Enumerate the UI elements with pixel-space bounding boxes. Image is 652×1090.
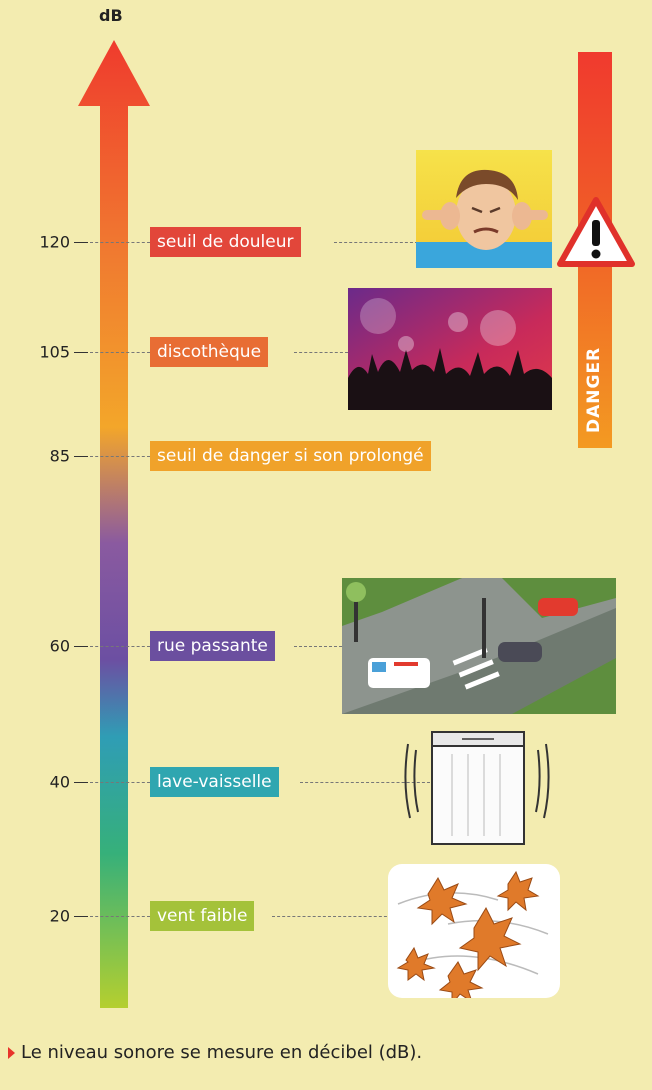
level-label-disco: discothèque (150, 337, 269, 367)
autumn-leaves-image (388, 864, 560, 998)
tick-label: 20 (49, 906, 70, 926)
tick-mark (74, 916, 88, 917)
tick-mark (74, 242, 88, 243)
street-traffic-image (342, 578, 616, 714)
tick-label: 105 (39, 342, 70, 362)
bullet-icon (8, 1047, 15, 1059)
leader-line (90, 352, 150, 353)
tick-mark (74, 782, 88, 783)
caption-text: Le niveau sonore se mesure en décibel (d… (21, 1042, 423, 1063)
decibel-scale-arrow (78, 40, 150, 1008)
unit-label: dB (99, 6, 123, 25)
level-label-danger-threshold: seuil de danger si son prolongé (150, 441, 431, 471)
leader-line (90, 242, 150, 243)
tick-mark (74, 646, 88, 647)
leader-line (90, 782, 150, 783)
sound-level-diagram: dB 120 seuil de douleur 105 discothèque … (0, 0, 652, 1090)
tick-label: 40 (49, 772, 70, 792)
person-covering-ears-image (416, 150, 552, 268)
caption: Le niveau sonore se mesure en décibel (d… (8, 1042, 422, 1063)
leader-line (294, 646, 342, 647)
leader-line (334, 242, 418, 243)
leader-line (90, 646, 150, 647)
warning-triangle-icon (557, 197, 635, 267)
nightclub-crowd-image (348, 288, 552, 410)
leader-line (90, 456, 150, 457)
dishwasher-image (404, 731, 550, 845)
level-label-dishwasher: lave-vaisselle (150, 767, 279, 797)
danger-label: DANGER (584, 346, 604, 434)
level-label-street: rue passante (150, 631, 275, 661)
tick-mark (74, 456, 88, 457)
tick-label: 60 (49, 636, 70, 656)
tick-label: 85 (49, 446, 70, 466)
leader-line (90, 916, 150, 917)
level-label-wind: vent faible (150, 901, 255, 931)
tick-label: 120 (39, 232, 70, 252)
leader-line (294, 352, 348, 353)
leader-line (272, 916, 392, 917)
tick-mark (74, 352, 88, 353)
level-label-pain: seuil de douleur (150, 227, 301, 257)
